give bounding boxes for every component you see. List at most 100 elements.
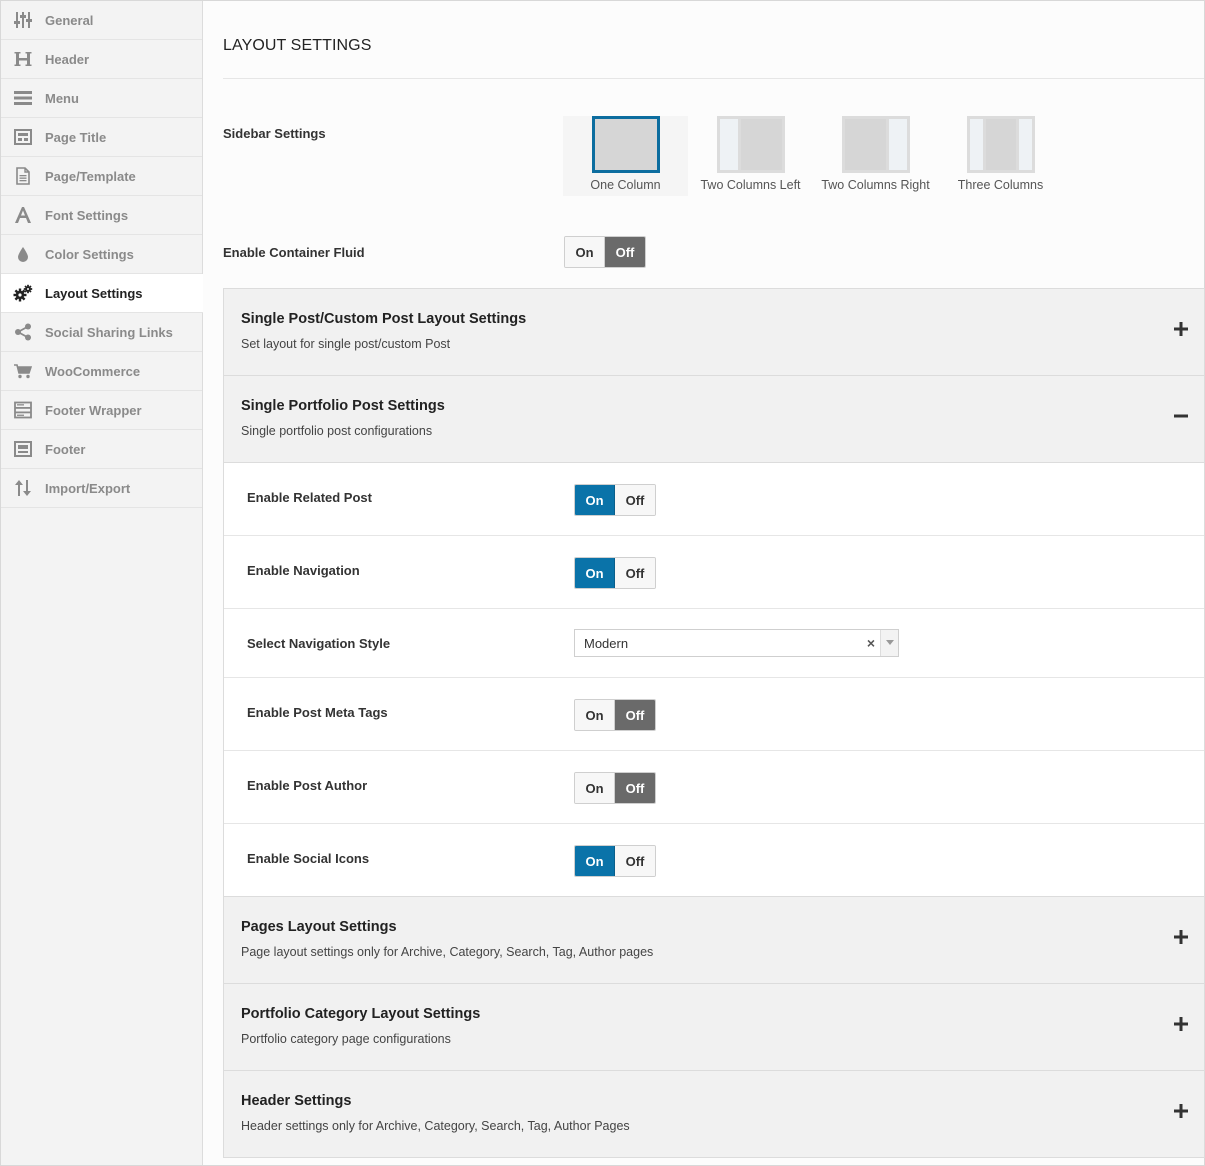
setting-label: Enable Navigation	[247, 563, 360, 578]
sidebar-item-label: WooCommerce	[45, 363, 141, 379]
sidebar-item-label: Footer	[45, 441, 86, 457]
sidebar-item-footer-wrapper[interactable]: Footer Wrapper	[1, 391, 202, 430]
droplet-icon	[1, 245, 45, 263]
section-subtitle: Single portfolio post configurations	[241, 424, 433, 438]
section-title: Header Settings	[241, 1093, 352, 1109]
sidebar-item-label: Header	[45, 51, 90, 67]
section-single-portfolio-post: Single Portfolio Post Settings Single po…	[223, 375, 1205, 898]
expand-plus-icon[interactable]	[1174, 1104, 1188, 1118]
layout-option-three-columns[interactable]: Three Columns	[938, 116, 1063, 196]
one-column-layout-icon	[592, 116, 660, 173]
select-value: Modern	[584, 635, 629, 651]
post-author-toggle[interactable]: On Off	[574, 772, 656, 804]
sidebar-item-label: Menu	[45, 90, 79, 106]
section-header[interactable]: Single Portfolio Post Settings Single po…	[224, 376, 1204, 462]
main-panel: LAYOUT SETTINGS Sidebar Settings One Col…	[204, 1, 1205, 1165]
setting-row-post-author: Enable Post Author On Off	[224, 751, 1204, 824]
toggle-on-option[interactable]: On	[575, 558, 615, 588]
sidebar-item-import-export[interactable]: Import/Export	[1, 469, 202, 508]
toggle-off-option[interactable]: Off	[615, 485, 655, 515]
section-subtitle: Header settings only for Archive, Catego…	[241, 1119, 630, 1133]
toggle-on-option[interactable]: On	[575, 485, 615, 515]
expand-plus-icon[interactable]	[1174, 322, 1188, 336]
section-title: Single Post/Custom Post Layout Settings	[241, 311, 527, 327]
setting-label: Enable Social Icons	[247, 851, 370, 866]
toggle-off-option[interactable]: Off	[615, 700, 655, 730]
section-header[interactable]: Header Settings Header settings only for…	[224, 1071, 1204, 1157]
setting-row-social-icons: Enable Social Icons On Off	[224, 824, 1204, 897]
navigation-toggle[interactable]: On Off	[574, 557, 656, 589]
layout-option-caption: Two Columns Right	[821, 178, 930, 192]
footer-wrapper-icon	[1, 401, 45, 419]
container-fluid-toggle[interactable]: On Off	[564, 236, 646, 268]
post-meta-tags-toggle[interactable]: On Off	[574, 699, 656, 731]
font-a-icon	[1, 206, 45, 224]
section-pages-layout: Pages Layout Settings Page layout settin…	[223, 896, 1205, 984]
section-header[interactable]: Single Post/Custom Post Layout Settings …	[224, 289, 1204, 375]
sidebar-item-color-settings[interactable]: Color Settings	[1, 235, 202, 274]
clear-x-icon[interactable]: ×	[862, 635, 880, 651]
sidebar-settings-label: Sidebar Settings	[223, 126, 326, 141]
toggle-on-option[interactable]: On	[575, 700, 615, 730]
related-post-toggle[interactable]: On Off	[574, 484, 656, 516]
three-columns-layout-icon	[967, 116, 1035, 173]
setting-row-related-post: Enable Related Post On Off	[224, 463, 1204, 536]
section-subtitle: Page layout settings only for Archive, C…	[241, 945, 654, 959]
toggle-off-option[interactable]: Off	[605, 237, 645, 267]
layout-option-one-column[interactable]: One Column	[563, 116, 688, 196]
layout-option-caption: Three Columns	[957, 178, 1044, 192]
footer-icon	[1, 440, 45, 458]
navigation-style-select[interactable]: Modern ×	[574, 629, 899, 657]
two-columns-right-layout-icon	[842, 116, 910, 173]
app-window: General Header Menu Page Title Page/Temp…	[0, 0, 1205, 1166]
document-icon	[1, 167, 45, 185]
sidebar-item-footer[interactable]: Footer	[1, 430, 202, 469]
sidebar-item-label: Color Settings	[45, 246, 134, 262]
sidebar-item-font-settings[interactable]: Font Settings	[1, 196, 202, 235]
layout-option-two-columns-right[interactable]: Two Columns Right	[813, 116, 938, 196]
sidebar-item-label: Footer Wrapper	[45, 402, 142, 418]
section-header[interactable]: Portfolio Category Layout Settings Portf…	[224, 984, 1204, 1070]
sidebar-item-label: Font Settings	[45, 207, 129, 223]
collapse-minus-icon[interactable]	[1174, 409, 1188, 423]
chevron-down-icon[interactable]	[880, 630, 898, 656]
section-header-settings: Header Settings Header settings only for…	[223, 1070, 1205, 1158]
sidebar-item-label: Page Title	[45, 129, 107, 145]
section-header[interactable]: Pages Layout Settings Page layout settin…	[224, 897, 1204, 983]
toggle-on-option[interactable]: On	[575, 773, 615, 803]
sidebar-item-woocommerce[interactable]: WooCommerce	[1, 352, 202, 391]
sidebar-item-header[interactable]: Header	[1, 40, 202, 79]
sliders-icon	[1, 11, 45, 29]
page-title: LAYOUT SETTINGS	[223, 37, 372, 54]
section-title: Pages Layout Settings	[241, 919, 397, 935]
toggle-off-option[interactable]: Off	[615, 558, 655, 588]
header-h-icon	[1, 50, 45, 68]
sidebar-item-layout-settings[interactable]: Layout Settings	[1, 274, 203, 313]
section-single-post-layout: Single Post/Custom Post Layout Settings …	[223, 288, 1205, 376]
section-subtitle: Portfolio category page configurations	[241, 1032, 451, 1046]
toggle-off-option[interactable]: Off	[615, 846, 655, 876]
sidebar-item-page-title[interactable]: Page Title	[1, 118, 202, 157]
setting-label: Enable Post Author	[247, 778, 368, 793]
toggle-on-option[interactable]: On	[575, 846, 615, 876]
share-icon	[1, 323, 45, 341]
layout-option-two-columns-left[interactable]: Two Columns Left	[688, 116, 813, 196]
social-icons-toggle[interactable]: On Off	[574, 845, 656, 877]
expand-plus-icon[interactable]	[1174, 1017, 1188, 1031]
sidebar-item-social-sharing-links[interactable]: Social Sharing Links	[1, 313, 202, 352]
toggle-on-option[interactable]: On	[565, 237, 605, 267]
sidebar-item-label: Import/Export	[45, 480, 131, 496]
toggle-off-option[interactable]: Off	[615, 773, 655, 803]
section-portfolio-category-layout: Portfolio Category Layout Settings Portf…	[223, 983, 1205, 1071]
sidebar-item-menu[interactable]: Menu	[1, 79, 202, 118]
import-export-icon	[1, 479, 45, 497]
sidebar-item-general[interactable]: General	[1, 1, 202, 40]
setting-label: Enable Related Post	[247, 490, 372, 505]
expand-plus-icon[interactable]	[1174, 930, 1188, 944]
sidebar-item-label: Social Sharing Links	[45, 324, 173, 340]
container-fluid-label: Enable Container Fluid	[223, 245, 365, 260]
title-divider	[223, 78, 1204, 79]
sidebar-item-page-template[interactable]: Page/Template	[1, 157, 202, 196]
sidebar-layout-options: One Column Two Columns Left Two Columns …	[563, 116, 1063, 196]
gears-icon	[1, 284, 45, 302]
